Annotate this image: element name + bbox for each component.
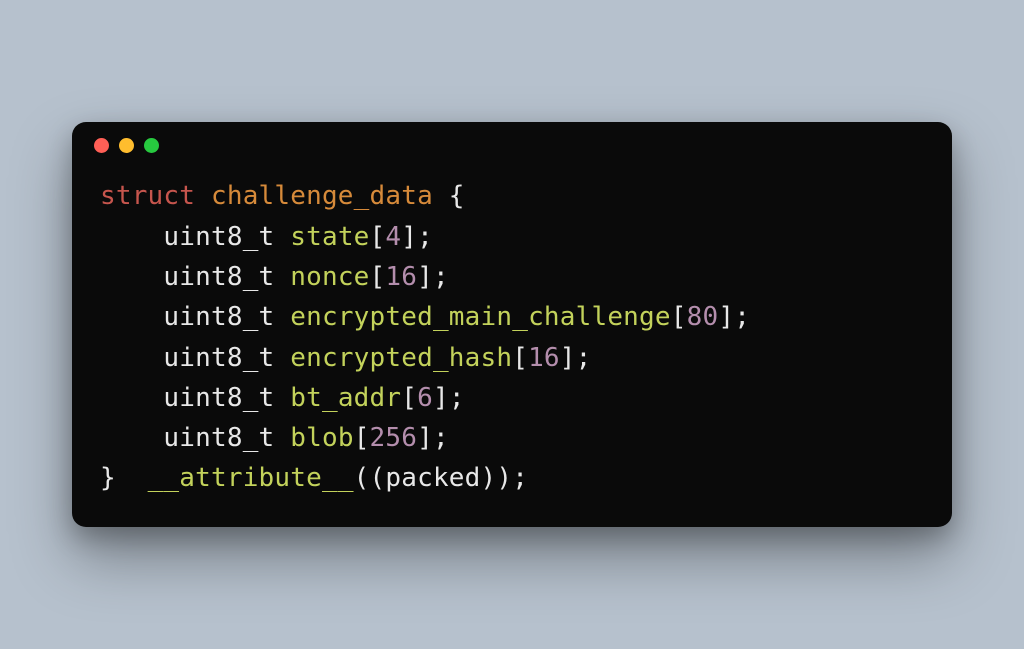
zoom-icon[interactable]: [144, 138, 159, 153]
code-window: struct challenge_data { uint8_t state[4]…: [72, 122, 952, 526]
rbracket: ]: [417, 423, 433, 453]
window-titlebar: [72, 122, 952, 168]
keyword-struct: struct: [100, 181, 195, 211]
field-name: encrypted_hash: [290, 343, 512, 373]
rbracket: ]: [417, 262, 433, 292]
array-size: 16: [385, 262, 417, 292]
array-size: 6: [417, 383, 433, 413]
semicolon: ;: [433, 423, 449, 453]
array-size: 16: [528, 343, 560, 373]
base-type: uint8_t: [163, 302, 274, 332]
array-size: 256: [370, 423, 418, 453]
code-block: struct challenge_data { uint8_t state[4]…: [72, 168, 952, 498]
field-name: bt_addr: [290, 383, 401, 413]
type-name: challenge_data: [211, 181, 433, 211]
base-type: uint8_t: [163, 423, 274, 453]
array-size: 4: [385, 222, 401, 252]
lbracket: [: [370, 262, 386, 292]
lbracket: [: [354, 423, 370, 453]
base-type: uint8_t: [163, 222, 274, 252]
array-size: 80: [687, 302, 719, 332]
field-name: encrypted_main_challenge: [290, 302, 670, 332]
semicolon: ;: [734, 302, 750, 332]
field-name: blob: [290, 423, 353, 453]
close-icon[interactable]: [94, 138, 109, 153]
attribute-name: __attribute__: [148, 463, 354, 493]
lbracket: [: [370, 222, 386, 252]
lbracket: [: [512, 343, 528, 373]
base-type: uint8_t: [163, 262, 274, 292]
minimize-icon[interactable]: [119, 138, 134, 153]
semicolon: ;: [449, 383, 465, 413]
stage: struct challenge_data { uint8_t state[4]…: [0, 0, 1024, 649]
open-brace: {: [449, 181, 465, 211]
rbracket: ]: [718, 302, 734, 332]
rbracket: ]: [401, 222, 417, 252]
field-name: state: [290, 222, 369, 252]
lbracket: [: [671, 302, 687, 332]
base-type: uint8_t: [163, 343, 274, 373]
semicolon: ;: [512, 463, 528, 493]
rbracket: ]: [433, 383, 449, 413]
semicolon: ;: [576, 343, 592, 373]
field-name: nonce: [290, 262, 369, 292]
lbracket: [: [401, 383, 417, 413]
rbracket: ]: [560, 343, 576, 373]
semicolon: ;: [433, 262, 449, 292]
semicolon: ;: [417, 222, 433, 252]
base-type: uint8_t: [163, 383, 274, 413]
attribute-args: ((packed)): [354, 463, 513, 493]
close-brace: }: [100, 463, 116, 493]
